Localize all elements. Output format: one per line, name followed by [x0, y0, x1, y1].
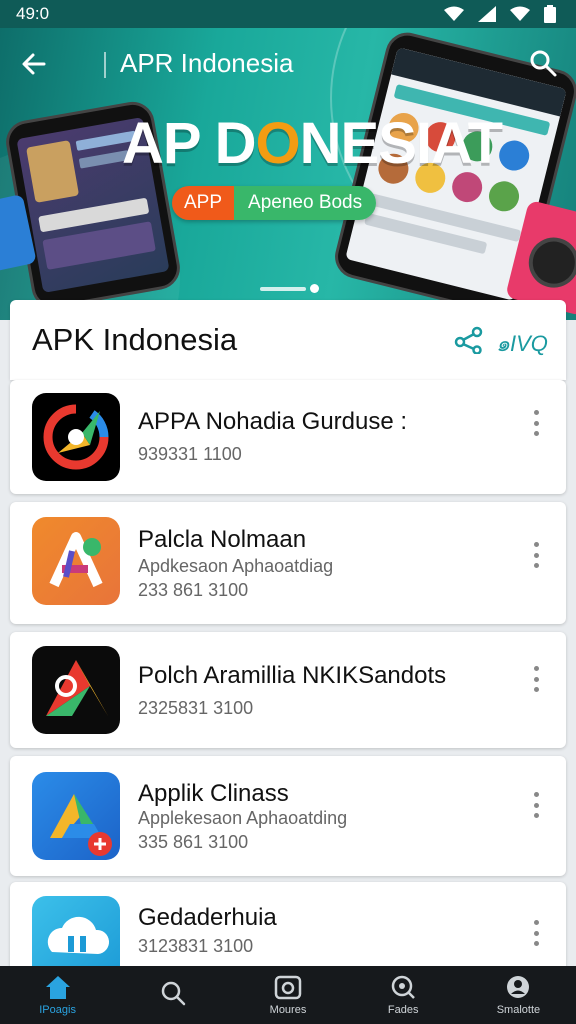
list-item[interactable]: Applik Clinass Applekesaon Aphaoatding 3… [10, 756, 566, 876]
more-options-icon[interactable] [530, 666, 542, 692]
hero-headline: AP DONESIAT [122, 111, 503, 176]
app-icon [32, 517, 120, 605]
wifi-icon [444, 6, 464, 21]
more-options-icon[interactable] [530, 410, 542, 436]
app-icon [32, 393, 120, 481]
profile-icon [507, 976, 530, 998]
app-icon [32, 772, 120, 860]
discover-icon [391, 975, 416, 999]
share-icon[interactable] [454, 326, 484, 354]
hero-pill-left: APP [172, 186, 235, 220]
app-number: 3123831 3100 [138, 936, 254, 956]
app-number: 939331 1100 [138, 444, 242, 464]
back-arrow-icon[interactable] [20, 50, 48, 78]
status-time: 49:0 [16, 4, 50, 23]
signal-icon [478, 6, 496, 22]
nav-label-profile: Smalotte [496, 1004, 541, 1016]
more-options-icon[interactable] [530, 920, 542, 946]
search-icon[interactable] [528, 48, 558, 78]
more-options-icon[interactable] [530, 792, 542, 818]
hero-pill[interactable]: APP Apeneo Bods [172, 186, 377, 220]
bottom-navigation: IPoagis Moures Fades Smalotte [0, 966, 576, 1024]
app-subtitle: Applekesaon Aphaoatding [138, 808, 348, 828]
camera-icon [274, 975, 302, 1000]
app-bar-title: APR Indonesia [120, 48, 294, 78]
app-name: Palcla Nolmaan [138, 526, 307, 553]
nav-label-home: IPoagis [39, 1004, 76, 1016]
wifi-icon-2 [510, 6, 530, 21]
app-number: 335 861 3100 [138, 832, 249, 852]
carousel-indicator-dot [310, 284, 319, 293]
carousel-indicator-bar [260, 286, 306, 291]
nav-item-moures[interactable]: Moures [230, 966, 345, 1024]
section-tag[interactable]: ๑IVQ [496, 326, 548, 361]
app-bar: APR Indonesia [0, 28, 576, 98]
nav-item-profile[interactable]: Smalotte [461, 966, 576, 1024]
list-item[interactable]: Polch Aramillia NKIKSandots 2325831 3100 [10, 632, 566, 748]
nav-label-fades: Fades [387, 1004, 419, 1016]
battery-icon [544, 5, 556, 23]
app-name: Polch Aramillia NKIKSandots [138, 662, 447, 689]
nav-item-home[interactable]: IPoagis [0, 966, 115, 1024]
app-subtitle: Apdkesaon Aphaoatdiag [138, 556, 334, 576]
section-header: APK Indonesia ๑IVQ [10, 300, 566, 380]
search-icon [161, 981, 186, 1006]
app-number: 233 861 3100 [138, 580, 249, 600]
status-bar: 49:0 [0, 0, 576, 28]
status-icons [444, 5, 556, 23]
nav-label-moures: Moures [269, 1004, 307, 1016]
app-name: Applik Clinass [138, 780, 289, 807]
app-icon [32, 646, 120, 734]
nav-item-search[interactable] [115, 966, 230, 1024]
hero-pill-right: Apeneo Bods [234, 186, 377, 220]
nav-item-fades[interactable]: Fades [346, 966, 461, 1024]
app-name: Gedaderhuia [138, 904, 277, 931]
list-item[interactable]: Palcla Nolmaan Apdkesaon Aphaoatdiag 233… [10, 502, 566, 624]
carousel-indicator[interactable] [260, 284, 319, 293]
more-options-icon[interactable] [530, 542, 542, 568]
list-item[interactable]: APPA Nohadia Gurduse : 939331 1100 [10, 380, 566, 494]
app-name: APPA Nohadia Gurduse : [138, 408, 408, 435]
app-number: 2325831 3100 [138, 698, 254, 718]
home-icon [45, 976, 70, 999]
app-bar-divider [104, 52, 106, 78]
section-title: APK Indonesia [32, 322, 238, 357]
hero-banner[interactable]: APR Indonesia AP DONESIAT APP Apeneo Bod… [0, 28, 576, 320]
